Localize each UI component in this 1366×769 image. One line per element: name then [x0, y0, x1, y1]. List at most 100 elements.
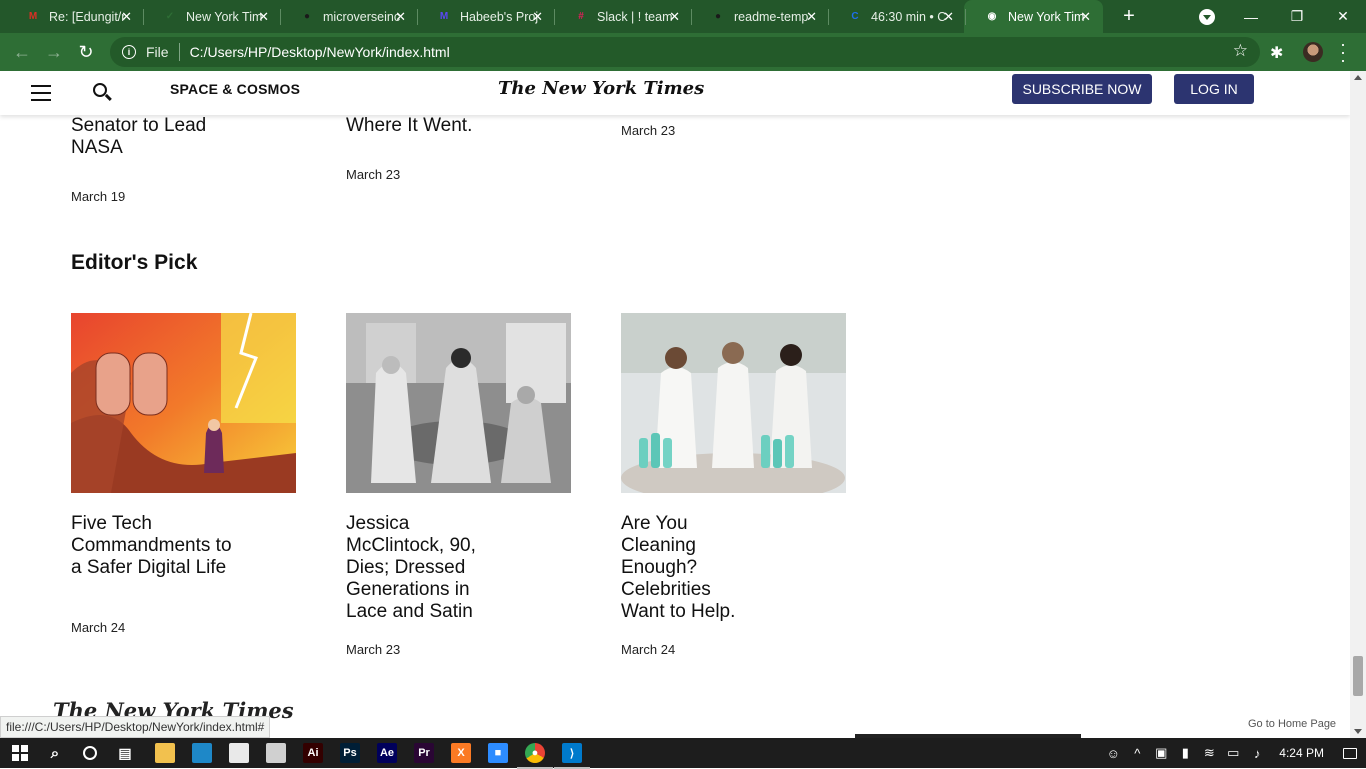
browser-tab[interactable]: ✓ New York Tim ✕: [142, 0, 281, 33]
github-icon: ●: [303, 11, 311, 22]
minimize-button[interactable]: —: [1228, 0, 1274, 33]
chrome-icon[interactable]: ●: [517, 743, 553, 769]
browser-menu-icon[interactable]: · · ·: [1338, 35, 1348, 69]
tab-separator: [828, 9, 829, 25]
browser-tab[interactable]: ◉ New York Tim ✕: [964, 0, 1103, 33]
address-scheme: File: [146, 44, 169, 60]
tab-separator: [965, 9, 966, 25]
scroll-up-arrow-icon[interactable]: [1354, 75, 1362, 80]
wifi-icon[interactable]: ≋: [1197, 745, 1221, 761]
people-icon[interactable]: ☺: [1101, 746, 1125, 761]
taskbar-search-icon[interactable]: ⌕: [45, 743, 65, 763]
tab-close-icon[interactable]: ✕: [258, 9, 269, 25]
web-page: SPACE & COSMOS The New York Times SUBSCR…: [0, 71, 1350, 738]
edge-icon[interactable]: [192, 743, 212, 763]
forward-button[interactable]: →: [38, 36, 70, 68]
browser-tab[interactable]: ● readme-temp ✕: [690, 0, 829, 33]
site-header: SPACE & COSMOS The New York Times SUBSCR…: [0, 71, 1350, 115]
tab-separator: [417, 9, 418, 25]
volume-icon[interactable]: ♪: [1245, 746, 1269, 761]
profile-avatar[interactable]: [1303, 42, 1323, 62]
tab-close-icon[interactable]: ✕: [806, 9, 817, 25]
slack-icon: #: [578, 11, 584, 22]
after-effects-icon[interactable]: Ae: [377, 743, 397, 763]
tab-close-icon[interactable]: ✕: [395, 9, 406, 25]
mail-icon[interactable]: [266, 743, 286, 763]
illustrator-icon[interactable]: Ai: [303, 743, 323, 763]
cortana-icon[interactable]: [80, 743, 100, 763]
browser-tab[interactable]: M Re: [Edungit/r ✕: [5, 0, 144, 33]
globe-icon: ◉: [987, 11, 997, 22]
subscribe-button[interactable]: SUBSCRIBE NOW: [1012, 74, 1152, 104]
xampp-icon[interactable]: X: [451, 743, 471, 763]
article-image[interactable]: [346, 313, 571, 493]
back-button[interactable]: ←: [6, 36, 38, 68]
browser-tab[interactable]: ● microverseinc ✕: [279, 0, 418, 33]
bookmark-star-icon[interactable]: ☆: [1233, 41, 1248, 61]
article-date: March 24: [621, 642, 676, 657]
gmail-icon: M: [28, 11, 38, 22]
article-date: March 24: [71, 620, 126, 635]
tab-close-icon[interactable]: ✕: [669, 9, 680, 25]
tab-separator: [554, 9, 555, 25]
browser-tab-bar: ◉ New York Tim ✕ C 46:30 min • C ✕ ● readme-tem…: [0, 0, 1366, 33]
windows-start-icon[interactable]: [10, 743, 30, 763]
store-icon[interactable]: [229, 743, 249, 763]
microphone-icon[interactable]: ▮: [1173, 745, 1197, 761]
tab-search-icon[interactable]: [1199, 9, 1215, 25]
info-icon[interactable]: i: [122, 45, 136, 59]
tab-close-icon[interactable]: ✕: [121, 9, 132, 25]
address-bar[interactable]: i File C:/Users/HP/Desktop/NewYork/index…: [110, 37, 1260, 67]
article-title[interactable]: Five Tech Commandments to a Safer Digita…: [71, 513, 241, 579]
page-scrollbar[interactable]: [1350, 71, 1366, 738]
miro-icon: M: [439, 11, 449, 22]
browser-tab[interactable]: C 46:30 min • C ✕: [827, 0, 966, 33]
codecademy-icon: C: [851, 11, 859, 22]
editors-pick-heading: Editor's Pick: [71, 251, 198, 274]
browser-tab[interactable]: M Habeeb's Proj ✕: [416, 0, 555, 33]
system-tray: ☺ ^ ▣ ▮ ≋ ▭ ♪ 4:24 PM: [1101, 738, 1366, 768]
windows-taskbar: ⌕ ▤ ☺ ^ ▣ ▮ ≋ ▭ ♪ 4:24 PM Ai Ps Ae Pr X ■ ● ⟩: [0, 738, 1366, 769]
address-url[interactable]: C:/Users/HP/Desktop/NewYork/index.html: [190, 44, 450, 60]
notification-center-icon[interactable]: [1334, 743, 1366, 763]
vscode-icon[interactable]: ⟩: [554, 743, 590, 769]
tab-close-icon[interactable]: ✕: [1080, 9, 1091, 25]
show-hidden-icons-icon[interactable]: ^: [1125, 746, 1149, 761]
browser-toolbar: ← → ↻ i File C:/Users/HP/Desktop/NewYork…: [0, 33, 1366, 71]
go-home-link[interactable]: Go to Home Page: [1248, 718, 1336, 730]
article-date: March 23: [346, 642, 401, 657]
article-date: March 23: [346, 167, 401, 182]
article-title[interactable]: Jessica McClintock, 90, Dies; Dressed Ge…: [346, 513, 496, 623]
restore-button[interactable]: ❐: [1274, 0, 1320, 33]
article-date: March 23: [621, 123, 676, 138]
reload-button[interactable]: ↻: [70, 36, 102, 68]
premiere-icon[interactable]: Pr: [414, 743, 434, 763]
file-explorer-icon[interactable]: [155, 743, 175, 763]
battery-icon[interactable]: ▭: [1221, 745, 1245, 761]
tab-close-icon[interactable]: ✕: [532, 9, 543, 25]
clock[interactable]: 4:24 PM: [1269, 746, 1334, 760]
article-image[interactable]: [621, 313, 846, 493]
extensions-puzzle-icon[interactable]: ✱: [1270, 43, 1283, 63]
tab-separator: [691, 9, 692, 25]
photoshop-icon[interactable]: Ps: [340, 743, 360, 763]
section-name[interactable]: SPACE & COSMOS: [170, 81, 300, 97]
browser-tab[interactable]: # Slack | ! team ✕: [553, 0, 692, 33]
scrollbar-thumb[interactable]: [1353, 656, 1363, 696]
article-date: March 19: [71, 189, 126, 204]
zoom-icon[interactable]: ■: [488, 743, 508, 763]
article-image[interactable]: [71, 313, 296, 493]
search-icon[interactable]: [93, 83, 107, 97]
article-title[interactable]: Are You Cleaning Enough? Celebrities Wan…: [621, 513, 756, 623]
login-button[interactable]: LOG IN: [1174, 74, 1254, 104]
hamburger-menu-icon[interactable]: [31, 85, 51, 101]
tab-close-icon[interactable]: ✕: [943, 9, 954, 25]
task-view-icon[interactable]: ▤: [115, 743, 135, 763]
close-window-button[interactable]: ✕: [1320, 0, 1366, 33]
meet-now-icon[interactable]: ▣: [1149, 745, 1173, 761]
new-tab-button[interactable]: +: [1118, 6, 1140, 28]
tab-separator: [280, 9, 281, 25]
tab-separator: [143, 9, 144, 25]
masthead-logo[interactable]: The New York Times: [498, 78, 704, 99]
scroll-down-arrow-icon[interactable]: [1354, 729, 1362, 734]
